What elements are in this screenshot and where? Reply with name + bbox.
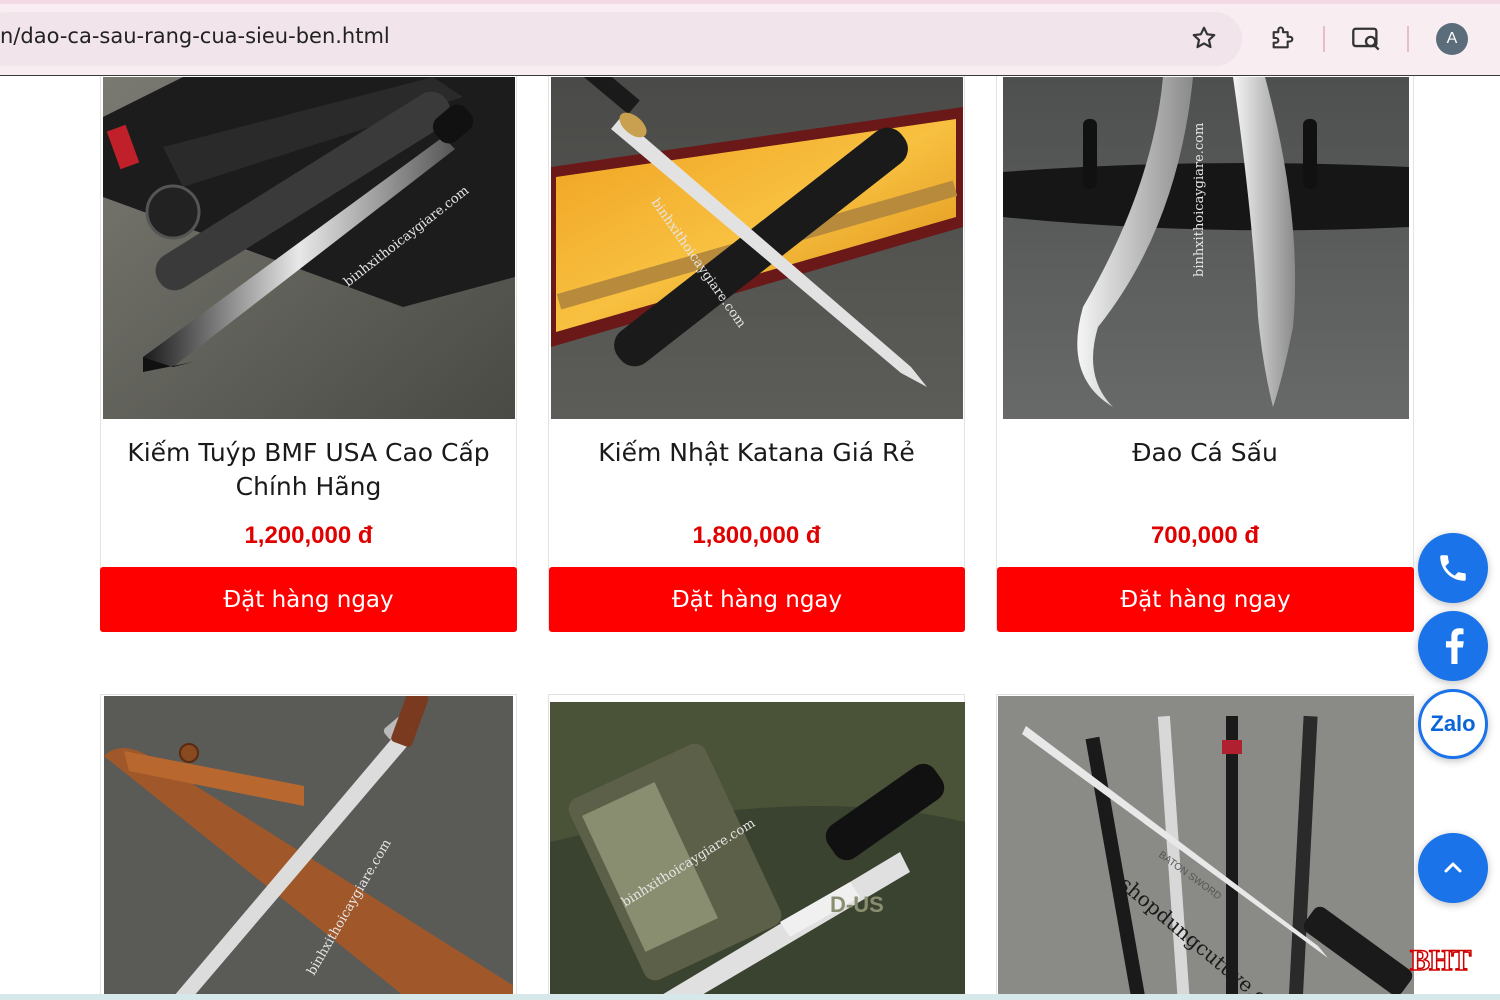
product-name[interactable]: Đao Cá Sấu <box>997 436 1413 470</box>
zalo-button[interactable]: Zalo <box>1418 689 1488 759</box>
product-price: 1,200,000 đ <box>244 522 373 549</box>
product-price: 700,000 đ <box>1150 522 1260 549</box>
zalo-label: Zalo <box>1430 711 1476 736</box>
toolbar-separator <box>1407 26 1409 52</box>
facebook-button[interactable] <box>1418 611 1488 681</box>
toolbar-separator <box>1323 26 1325 52</box>
back-to-top-button[interactable] <box>1418 833 1488 903</box>
bottom-edge <box>0 994 1500 1000</box>
corner-logo: BHT <box>1409 943 1472 978</box>
profile-avatar[interactable]: A <box>1436 23 1468 55</box>
product-name[interactable]: Kiếm Tuýp BMF USA Cao Cấp Chính Hãng <box>101 436 516 504</box>
bookmark-star-icon[interactable] <box>1186 20 1222 56</box>
product-image-bayonet-sword[interactable]: binhxithoicaygiare.com <box>104 696 513 994</box>
product-image-baton-sword[interactable]: BATON SWORD shopdungcutuve.com <box>998 696 1414 994</box>
product-card[interactable]: binhxithoicaygiare.com <box>100 694 517 994</box>
url-text[interactable]: n/dao-ca-sau-rang-cua-sieu-ben.html <box>0 24 390 48</box>
chevron-up-icon <box>1444 862 1462 873</box>
product-image-combat-knife[interactable]: D-US binhxithoicaygiare.com <box>550 702 965 994</box>
product-card[interactable]: binhxithoicaygiare.com Đao Cá Sấu 700,00… <box>996 76 1414 632</box>
screen-search-icon[interactable] <box>1348 20 1384 56</box>
browser-toolbar: n/dao-ca-sau-rang-cua-sieu-ben.html A <box>0 0 1500 76</box>
phone-icon <box>1440 555 1466 581</box>
product-card[interactable]: BATON SWORD shopdungcutuve.com <box>996 694 1414 994</box>
extensions-icon[interactable] <box>1265 20 1301 56</box>
product-card[interactable]: D-US binhxithoicaygiare.com <box>548 694 965 994</box>
product-image-crocodile-machete[interactable]: binhxithoicaygiare.com <box>1003 77 1409 419</box>
product-image-tube-sword[interactable]: binhxithoicaygiare.com <box>103 77 515 419</box>
order-now-button[interactable]: Đặt hàng ngay <box>100 567 517 632</box>
order-now-button[interactable]: Đặt hàng ngay <box>997 567 1414 632</box>
product-card[interactable]: binhxithoicaygiare.com Kiếm Tuýp BMF USA… <box>100 76 517 632</box>
facebook-icon <box>1445 628 1464 664</box>
page-viewport: binhxithoicaygiare.com Kiếm Tuýp BMF USA… <box>0 76 1500 994</box>
product-card[interactable]: binhxithoicaygiare.com Kiếm Nhật Katana … <box>548 76 965 632</box>
call-button[interactable] <box>1418 533 1488 603</box>
product-name[interactable]: Kiếm Nhật Katana Giá Rẻ <box>549 436 964 470</box>
product-image-katana[interactable]: binhxithoicaygiare.com <box>551 77 963 419</box>
tab-strip-edge <box>0 0 1500 4</box>
product-price: 1,800,000 đ <box>692 522 821 549</box>
backpack-label: D-US <box>830 892 884 917</box>
order-now-button[interactable]: Đặt hàng ngay <box>549 567 965 632</box>
watermark: binhxithoicaygiare.com <box>1192 123 1207 277</box>
